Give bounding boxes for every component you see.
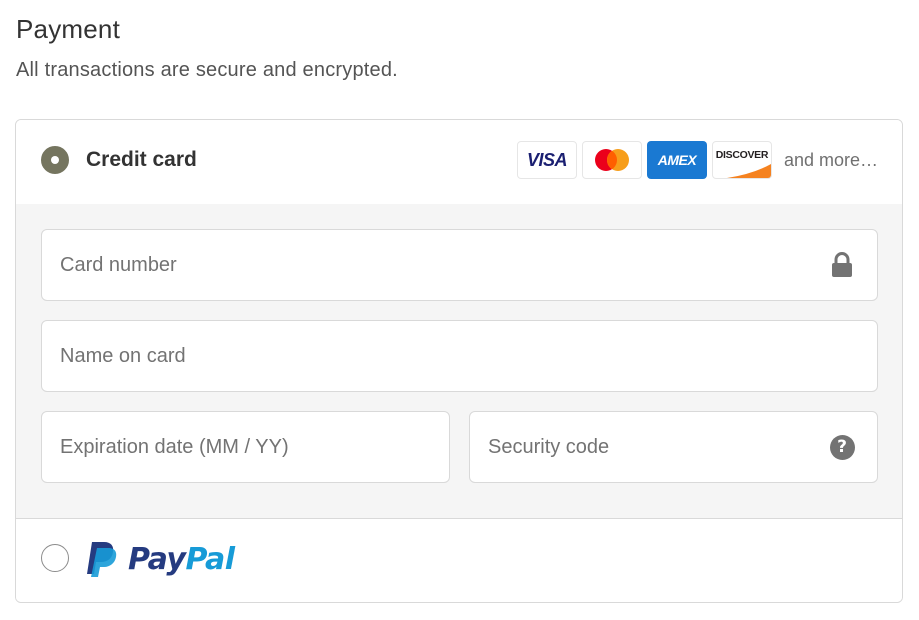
discover-icon: DISCOVER [711, 141, 772, 179]
security-code-input[interactable] [470, 412, 877, 482]
card-number-field[interactable] [41, 229, 878, 301]
credit-card-fields: ? [16, 204, 902, 518]
paypal-wordmark-pay: Pay [128, 541, 186, 577]
payment-methods: Credit card VISA AMEX DISCOVER and more…… [15, 119, 903, 603]
and-more-text: and more… [783, 149, 878, 170]
amex-icon: AMEX [646, 141, 707, 179]
credit-card-label: Credit card [86, 148, 197, 171]
payment-method-paypal[interactable]: PayPal [16, 518, 902, 602]
mastercard-circles [594, 149, 629, 171]
card-logos: VISA AMEX DISCOVER and more… [516, 141, 878, 179]
credit-card-radio[interactable] [41, 146, 69, 174]
paypal-logo: PayPal [84, 539, 235, 579]
paypal-icon [87, 542, 117, 577]
amex-logo-text: AMEX [657, 152, 697, 168]
name-on-card-field[interactable] [41, 320, 878, 392]
expiration-date-input[interactable] [42, 412, 449, 482]
discover-logo-text: DISCOVER [715, 149, 769, 161]
payment-method-credit-card[interactable]: Credit card VISA AMEX DISCOVER and more… [16, 120, 902, 205]
security-code-field[interactable]: ? [469, 411, 878, 483]
lock-icon [829, 252, 855, 278]
expiration-date-field[interactable] [41, 411, 450, 483]
page-subtitle: All transactions are secure and encrypte… [16, 59, 398, 81]
paypal-wordmark-pal: Pal [185, 541, 235, 577]
paypal-radio[interactable] [41, 544, 69, 572]
mastercard-icon [581, 141, 642, 179]
visa-logo-text: VISA [526, 149, 568, 170]
help-circle-icon[interactable]: ? [829, 434, 855, 460]
name-on-card-input[interactable] [42, 321, 877, 391]
visa-icon: VISA [516, 141, 577, 179]
card-number-input[interactable] [42, 230, 877, 300]
discover-swoosh [726, 164, 771, 178]
page-title: Payment [16, 14, 121, 44]
